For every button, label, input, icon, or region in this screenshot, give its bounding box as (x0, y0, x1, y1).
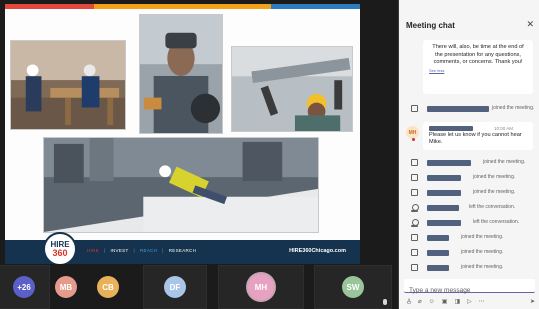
attach-icon[interactable]: ⌀ (418, 298, 422, 306)
photo-carpenters (10, 40, 126, 130)
participant-tile[interactable]: SW (314, 265, 392, 309)
compose-box[interactable] (404, 279, 535, 297)
redacted-name (427, 205, 459, 211)
person-join-icon (411, 159, 418, 166)
photo-welder (139, 14, 223, 134)
slide-footer: HIRE 360 HIRE | INVEST | REACH | RESEARC… (5, 232, 360, 264)
teams-meeting-window: HIRE 360 HIRE | INVEST | REACH | RESEARC… (0, 0, 539, 309)
redacted-name (427, 106, 489, 112)
hire360-logo: HIRE 360 (43, 232, 77, 264)
chat-message: 10:00 AM Please let us know if you canno… (423, 122, 533, 150)
avatar: MB (55, 276, 77, 298)
chat-event-row: left the conversation. (399, 218, 539, 228)
chat-event-row: joined the meeting. (399, 233, 539, 243)
photo-roofer (43, 137, 319, 233)
chat-event-row: joined the meeting. (399, 104, 539, 114)
close-icon[interactable]: ✕ (526, 19, 534, 30)
person-join-icon (411, 234, 418, 241)
message-text: There will, also, be time at the end of … (432, 44, 524, 66)
chat-event-row: joined the meeting. (399, 158, 539, 168)
participant-tile[interactable]: DF (143, 265, 207, 309)
send-icon[interactable]: ➤ (530, 298, 535, 306)
overflow-count: +26 (13, 276, 35, 298)
person-join-icon (411, 189, 418, 196)
redacted-name (427, 190, 461, 196)
redacted-name (427, 265, 449, 271)
share-icon[interactable]: ▷ (467, 298, 472, 306)
participant-tile-speaking[interactable]: MH (218, 265, 304, 309)
event-text: left the conversation. (469, 204, 516, 210)
person-join-icon (411, 249, 418, 256)
person-leave-icon (411, 219, 419, 227)
event-text: joined the meeting. (483, 159, 526, 165)
chat-event-row: joined the meeting. (399, 173, 539, 183)
microphone-icon (383, 299, 387, 305)
emoji-icon[interactable]: ☺ (429, 298, 435, 306)
chat-event-row: joined the meeting. (399, 188, 539, 198)
avatar: SW (342, 276, 364, 298)
person-join-icon (411, 174, 418, 181)
photo-electrician (231, 46, 353, 132)
event-text: joined the meeting. (461, 249, 504, 255)
status-dot (412, 138, 415, 141)
meeting-chat-panel: Meeting chat ✕ There will, also, be time… (398, 0, 539, 309)
redacted-name (427, 220, 461, 226)
slide-top-stripe (5, 4, 360, 9)
event-text: joined the meeting. (473, 174, 516, 180)
person-leave-icon (411, 204, 419, 212)
avatar: MH (248, 274, 274, 300)
participant-tile[interactable]: CB (82, 265, 134, 309)
redacted-name (427, 160, 471, 166)
event-text: joined the meeting. (461, 264, 504, 270)
redacted-name (427, 175, 461, 181)
event-text: joined the meeting. (461, 234, 504, 240)
event-text: left the conversation. (473, 219, 520, 225)
redacted-name (427, 235, 449, 241)
more-icon[interactable]: ⋯ (479, 298, 485, 306)
redacted-name (427, 250, 449, 256)
footer-links: HIRE | INVEST | REACH | RESEARCH (87, 248, 197, 253)
sticker-icon[interactable]: ◨ (454, 298, 460, 306)
presentation-slide: HIRE 360 HIRE | INVEST | REACH | RESEARC… (5, 4, 360, 264)
person-join-icon (411, 264, 418, 271)
redacted-name (429, 126, 473, 131)
participant-strip: +26 MB CB DF MH SW (0, 265, 398, 309)
event-text: joined the meeting. (473, 189, 516, 195)
chat-event-row: left the conversation. (399, 203, 539, 213)
avatar: CB (97, 276, 119, 298)
chat-event-row: joined the meeting. (399, 248, 539, 258)
person-join-icon (411, 105, 418, 112)
message-text: Please let us know if you cannot hear Mi… (429, 132, 522, 146)
shared-content-stage: HIRE 360 HIRE | INVEST | REACH | RESEARC… (0, 0, 398, 265)
format-icon[interactable]: A̲ (407, 298, 411, 306)
chat-message: There will, also, be time at the end of … (423, 40, 533, 94)
gif-icon[interactable]: ▣ (442, 298, 448, 306)
message-input[interactable] (404, 284, 535, 297)
footer-url: HIRE360Chicago.com (289, 248, 346, 254)
compose-toolbar: A̲ ⌀ ☺ ▣ ◨ ▷ ⋯ ➤ (407, 298, 535, 306)
avatar: DF (164, 276, 186, 298)
message-time: 10:00 AM (493, 126, 513, 131)
see-less-link[interactable]: See less (429, 68, 527, 73)
chat-event-row: joined the meeting. (399, 263, 539, 273)
chat-title: Meeting chat (406, 21, 455, 30)
